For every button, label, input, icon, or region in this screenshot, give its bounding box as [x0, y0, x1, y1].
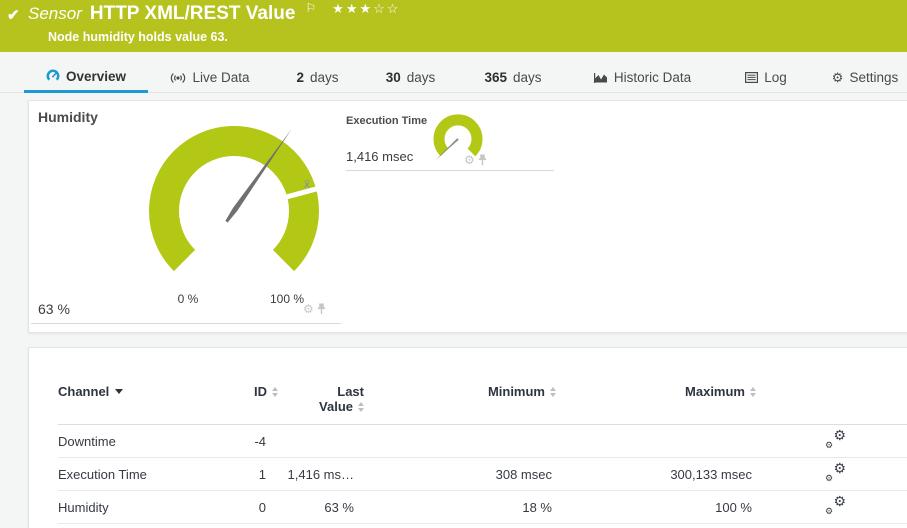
- tab-overview[interactable]: Overview: [24, 62, 148, 93]
- header-maximum[interactable]: Maximum: [556, 378, 756, 425]
- cell-last-value: [278, 425, 366, 458]
- header-last-value[interactable]: Last Value: [278, 378, 366, 425]
- channels-table: Channel ID Last Value Minimum: [58, 378, 907, 524]
- gauge-settings-gear-icon[interactable]: ⚙: [303, 303, 314, 315]
- area-chart-icon: [594, 72, 608, 84]
- cell-minimum: 308 msec: [366, 458, 556, 491]
- sort-icon: [358, 402, 364, 412]
- gauges-panel: Humidity x̄ 0 % 100 % 63 % ⚙ Execution T…: [28, 100, 907, 333]
- sensor-banner: ✔ Sensor HTTP XML/REST Value ⚐ ★★★☆☆ Nod…: [0, 0, 907, 52]
- cell-minimum: [366, 425, 556, 458]
- channels-panel: Channel ID Last Value Minimum: [28, 347, 907, 528]
- stars-filled: ★★★: [332, 1, 373, 16]
- sort-icon: [272, 387, 278, 397]
- pin-icon[interactable]: [317, 303, 326, 315]
- priority-stars[interactable]: ★★★☆☆: [332, 1, 400, 17]
- channel-settings-icon[interactable]: ⚙⚙: [825, 464, 846, 482]
- table-row-humidity: Humidity 0 63 % 18 % 100 % ⚙⚙: [58, 491, 907, 524]
- gauge-settings-gear-icon[interactable]: ⚙: [464, 154, 475, 166]
- cell-id: 1: [213, 458, 278, 491]
- execution-time-gauge-title: Execution Time: [346, 115, 427, 127]
- cell-minimum: 18 %: [366, 491, 556, 524]
- humidity-tile-tools: ⚙: [303, 303, 326, 315]
- tab-bar: Overview Live Data 2 days 30 days 365 da…: [0, 62, 907, 93]
- table-row-downtime: Downtime -4 ⚙⚙: [58, 425, 907, 458]
- tab-log[interactable]: Log: [737, 62, 795, 93]
- settings-gear-icon: ⚙: [832, 71, 844, 84]
- tab-historic-data[interactable]: Historic Data: [585, 62, 700, 93]
- header-id[interactable]: ID: [213, 378, 278, 425]
- average-marker-label: x̄: [304, 177, 310, 191]
- table-header-row: Channel ID Last Value Minimum: [58, 378, 907, 425]
- table-row-execution-time: Execution Time 1 1,416 ms… 308 msec 300,…: [58, 458, 907, 491]
- sort-icon: [750, 387, 756, 397]
- header-channel[interactable]: Channel: [58, 378, 213, 425]
- cell-last-value: 1,416 ms…: [278, 458, 366, 491]
- channel-settings-icon[interactable]: ⚙⚙: [825, 431, 846, 449]
- humidity-tile-divider: [31, 323, 341, 324]
- pin-icon[interactable]: [478, 154, 487, 166]
- cell-channel: Humidity: [58, 491, 213, 524]
- execution-time-current-value: 1,416 msec: [346, 149, 413, 164]
- flag-icon[interactable]: ⚐: [305, 1, 316, 15]
- live-signal-icon: [170, 72, 186, 84]
- sort-icon: [550, 387, 556, 397]
- log-list-icon: [745, 72, 758, 83]
- humidity-gauge-title: Humidity: [38, 109, 98, 125]
- cell-last-value: 63 %: [278, 491, 366, 524]
- cell-maximum: [556, 425, 756, 458]
- humidity-gauge: [134, 116, 334, 316]
- stars-empty: ☆☆: [373, 1, 400, 16]
- cell-id: -4: [213, 425, 278, 458]
- gauge-min-label: 0 %: [163, 292, 213, 306]
- humidity-current-value: 63 %: [38, 301, 70, 317]
- cell-channel: Downtime: [58, 425, 213, 458]
- sensor-kind-label: Sensor: [28, 4, 82, 24]
- cell-maximum: 100 %: [556, 491, 756, 524]
- sensor-title: HTTP XML/REST Value: [90, 3, 296, 25]
- tab-live-data[interactable]: Live Data: [160, 62, 260, 93]
- execution-time-tile-tools: ⚙: [464, 154, 487, 166]
- header-minimum[interactable]: Minimum: [366, 378, 556, 425]
- channel-settings-icon[interactable]: ⚙⚙: [825, 497, 846, 515]
- cell-maximum: 300,133 msec: [556, 458, 756, 491]
- tab-settings[interactable]: ⚙ Settings: [825, 62, 905, 93]
- sort-desc-icon: [115, 389, 123, 394]
- sensor-status-message: Node humidity holds value 63.: [48, 30, 228, 44]
- tab-2-days[interactable]: 2 days: [285, 62, 350, 93]
- cell-id: 0: [213, 491, 278, 524]
- header-actions: [756, 378, 907, 425]
- execution-time-tile-divider: [346, 170, 554, 171]
- cell-channel: Execution Time: [58, 458, 213, 491]
- gauge-icon: [46, 69, 60, 83]
- prtg-sensor-page: ✔ Sensor HTTP XML/REST Value ⚐ ★★★☆☆ Nod…: [0, 0, 907, 528]
- tab-365-days[interactable]: 365 days: [473, 62, 553, 93]
- tab-30-days[interactable]: 30 days: [378, 62, 443, 93]
- status-ok-check-icon: ✔: [7, 6, 20, 24]
